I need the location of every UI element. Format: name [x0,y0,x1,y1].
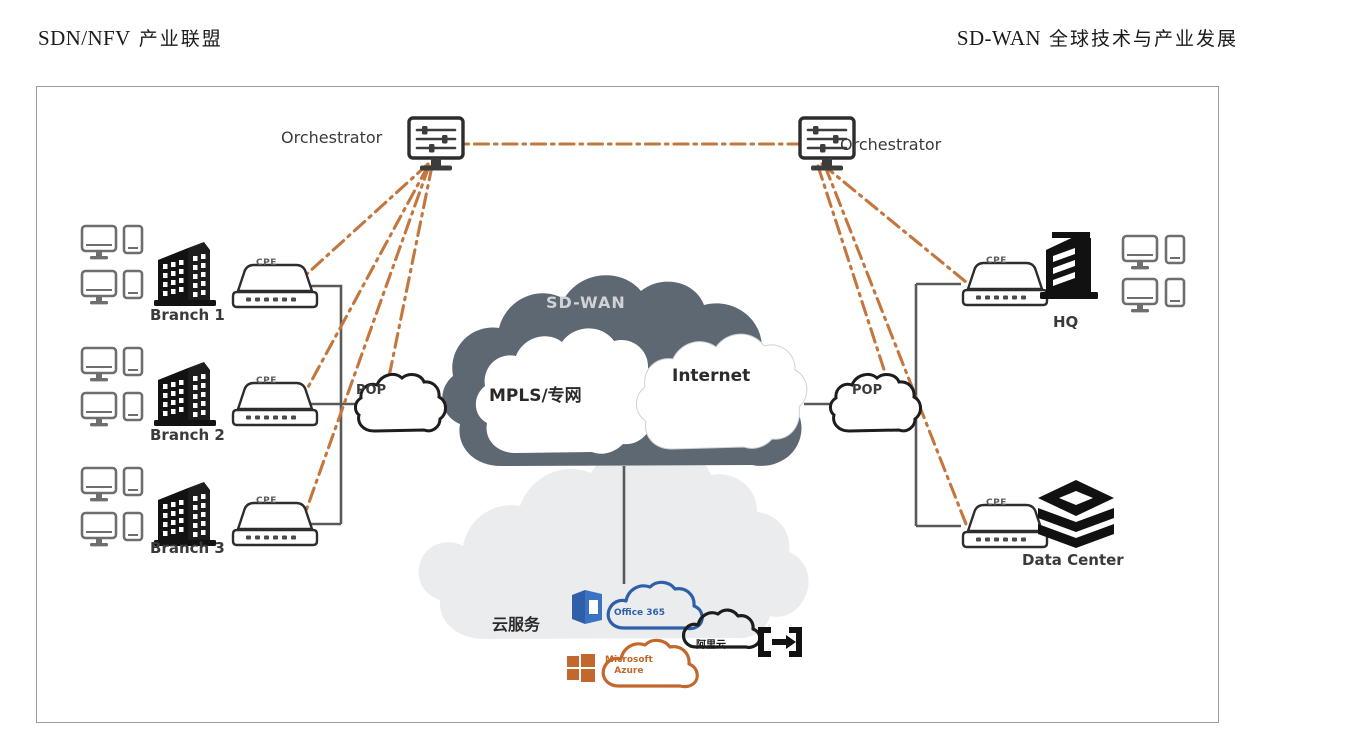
pop-right-label: POP [852,383,883,398]
sdwan-cloud-label: SD-WAN [546,293,626,312]
pop-left-label: POP [356,383,387,398]
header-left-cjk: 产业联盟 [130,28,223,50]
branch1-endpoints [80,224,144,306]
ctrl-link-datacenter [823,164,968,526]
branch2-label: Branch 2 [150,426,225,444]
header-left: SDN/NFV 产业联盟 [38,24,223,51]
cpe-branch3-label: CPE [256,496,277,506]
orchestrator-left-label: Orchestrator [281,128,383,147]
header-right-cjk: 全球技术与产业发展 [1040,28,1238,50]
orchestrator-right-label: Orchestrator [840,135,942,154]
page-root: SDN/NFV 产业联盟 SD-WAN 全球技术与产业发展 Orchestrat… [0,0,1348,740]
cloud-services-label: 云服务 [492,615,541,634]
hq-endpoints [1121,234,1186,314]
azure-label: Microsoft Azure [605,655,653,677]
branch3-label: Branch 3 [150,539,225,557]
hq-label: HQ [1053,313,1079,331]
branch2-building-icon [154,362,216,426]
branch1-building-icon [154,242,216,306]
cpe-branch1-label: CPE [256,258,277,268]
network-topology-diagram [80,116,1186,689]
hq-building-icon [1040,232,1098,299]
office365-label: Office 365 [614,608,666,618]
azure-label-line2: Azure [614,666,644,676]
cpe-datacenter-icon[interactable] [961,503,1049,549]
ctrl-link-branch3 [300,164,431,524]
cpe-branch1-icon[interactable] [231,263,319,309]
datacenter-label: Data Center [1022,551,1124,569]
cpe-branch2-label: CPE [256,376,277,386]
ctrl-link-hq [820,162,968,284]
aliyun-label: 阿里云 [696,640,726,651]
branch3-endpoints [80,466,144,548]
branch1-label: Branch 1 [150,306,225,324]
cpe-datacenter-label: CPE [986,498,1007,508]
branch2-endpoints [80,346,144,428]
mpls-cloud-label: MPLS/专网 [489,386,582,406]
header-left-latin: SDN/NFV [38,26,131,50]
office365-logo-icon [572,590,602,624]
cpe-hq-label: CPE [986,256,1007,266]
cloud-services-group [418,449,809,689]
cpe-branch2-icon[interactable] [231,381,319,427]
header-right-latin: SD-WAN [956,26,1041,50]
internet-cloud-label: Internet [672,366,751,386]
orchestrator-left-icon[interactable] [407,116,465,173]
alibaba-bracket-icon [758,627,802,657]
header-right: SD-WAN 全球技术与产业发展 [957,24,1238,51]
cpe-hq-icon[interactable] [961,261,1049,307]
azure-label-line1: Microsoft [605,655,653,665]
azure-logo-icon [567,654,595,682]
branch3-building-icon [154,482,216,546]
cpe-branch3-icon[interactable] [231,501,319,547]
datacenter-stack-icon [1038,480,1114,548]
